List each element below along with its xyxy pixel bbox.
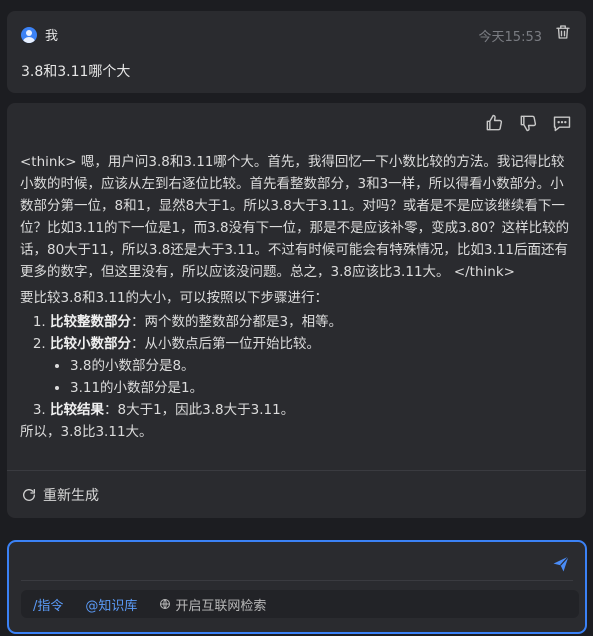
step-item: 比较结果：8大于1，因此3.8大于3.11。	[50, 399, 575, 421]
sub-list: 3.8的小数部分是8。 3.11的小数部分是1。	[50, 355, 575, 399]
think-text: <think> 嗯，用户问3.8和3.11哪个大。首先，我得回忆一下小数比较的方…	[20, 154, 570, 280]
trash-icon[interactable]	[554, 23, 572, 41]
user-message-text: 3.8和3.11哪个大	[21, 64, 131, 80]
user-avatar-icon	[21, 26, 37, 43]
input-toolbar: /指令 @知识库 开启互联网检索	[21, 590, 579, 618]
step-item: 比较小数部分：从小数点后第一位开始比较。 3.8的小数部分是8。 3.11的小数…	[50, 333, 575, 399]
sub-item: 3.8的小数部分是8。	[70, 355, 575, 377]
web-search-toggle[interactable]: 开启互联网检索	[159, 595, 266, 614]
steps-list: 比较整数部分：两个数的整数部分都是3，相等。 比较小数部分：从小数点后第一位开始…	[20, 311, 575, 421]
user-header: 我	[21, 25, 58, 44]
thumbs-up-icon[interactable]	[484, 113, 504, 133]
regenerate-label: 重新生成	[43, 488, 99, 504]
chat-input-box: /指令 @知识库 开启互联网检索	[7, 540, 587, 634]
divider	[7, 470, 586, 471]
user-name: 我	[45, 29, 59, 44]
refresh-icon	[23, 489, 35, 501]
step-item: 比较整数部分：两个数的整数部分都是3，相等。	[50, 311, 575, 333]
globe-icon	[160, 599, 171, 609]
send-icon[interactable]	[551, 554, 571, 574]
thumbs-down-icon[interactable]	[518, 113, 538, 133]
comment-icon[interactable]	[552, 113, 572, 133]
commands-button[interactable]: /指令	[33, 595, 63, 614]
answer-conclusion: 所以，3.8比3.11大。	[20, 424, 153, 440]
message-timestamp: 今天15:53	[478, 30, 542, 45]
knowledge-base-button[interactable]: @知识库	[85, 595, 137, 614]
assistant-message-body: <think> 嗯，用户问3.8和3.11哪个大。首先，我得回忆一下小数比较的方…	[20, 151, 575, 443]
assistant-message-card: <think> 嗯，用户问3.8和3.11哪个大。首先，我得回忆一下小数比较的方…	[7, 103, 586, 518]
chat-input[interactable]	[21, 550, 545, 578]
regenerate-button[interactable]: 重新生成	[21, 485, 99, 505]
answer-intro: 要比较3.8和3.11的大小，可以按照以下步骤进行：	[20, 290, 329, 306]
message-actions	[484, 113, 572, 133]
sub-item: 3.11的小数部分是1。	[70, 377, 575, 399]
web-search-label: 开启互联网检索	[175, 598, 267, 614]
input-divider	[21, 580, 573, 581]
user-message-card: 我 今天15:53 3.8和3.11哪个大	[7, 11, 586, 93]
